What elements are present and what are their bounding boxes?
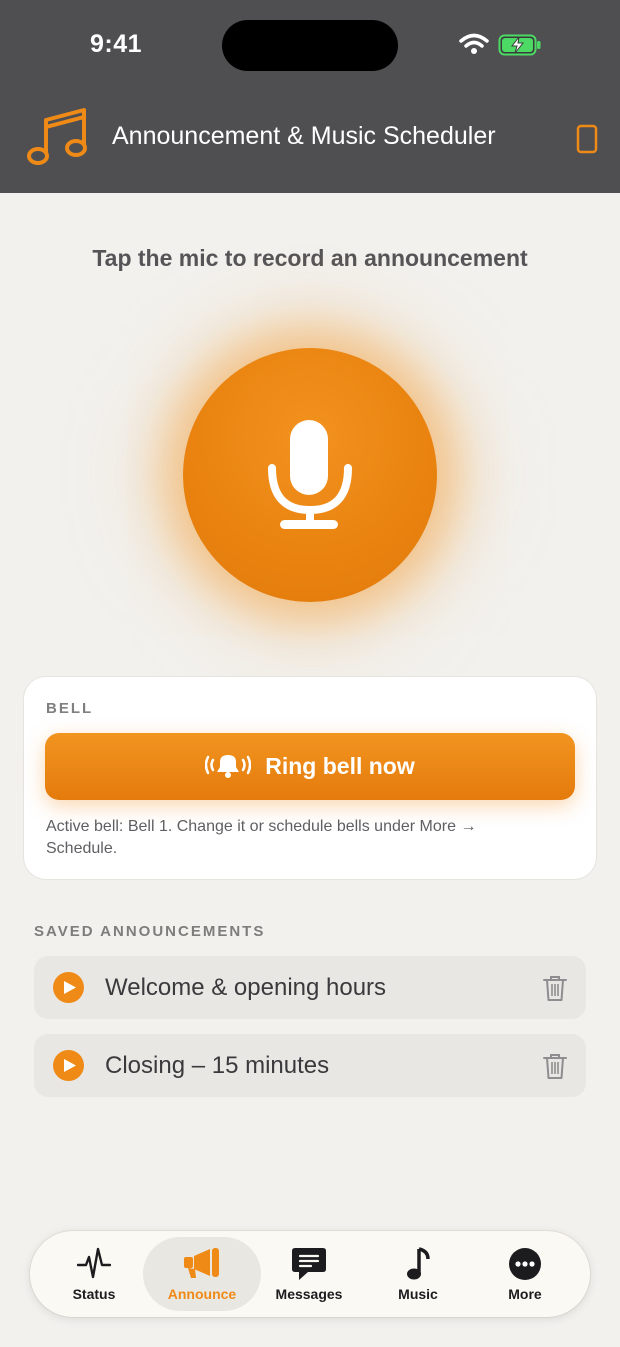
tab-music[interactable]: Music (363, 1237, 473, 1311)
more-icon (509, 1248, 541, 1280)
tab-label: Status (72, 1286, 116, 1302)
wifi-icon (459, 33, 489, 54)
bell-section-label: BELL (46, 700, 94, 717)
app-title: Announcement & Music Scheduler (112, 122, 496, 150)
battery-icon (498, 34, 541, 56)
waveform-icon (77, 1247, 111, 1279)
header-bar: 9:41 Announcement & Music Scheduler (0, 0, 620, 193)
tab-label: Announce (167, 1286, 237, 1302)
saved-announcement-item[interactable]: Closing – 15 minutes (34, 1034, 586, 1097)
music-note-icon (407, 1247, 430, 1280)
tab-more[interactable]: More (470, 1237, 580, 1311)
ring-bell-label: Ring bell now (265, 753, 415, 779)
phone-icon[interactable] (576, 124, 598, 154)
tab-label: More (508, 1286, 542, 1302)
tab-label: Music (398, 1286, 438, 1302)
play-button[interactable] (53, 1050, 84, 1081)
announcement-name: Closing – 15 minutes (105, 1052, 330, 1079)
record-prompt: Tap the mic to record an announcement (92, 245, 528, 271)
record-mic-button[interactable] (183, 348, 437, 602)
tab-bar: Status Announce Messages Music More (30, 1231, 590, 1317)
announcement-name: Welcome & opening hours (105, 974, 387, 1001)
tab-announce[interactable]: Announce (143, 1237, 261, 1311)
play-icon (64, 1059, 76, 1072)
trash-icon[interactable] (542, 1052, 568, 1080)
dynamic-island (222, 20, 398, 71)
active-bell-note: Active bell: Bell 1. Change it or schedu… (46, 818, 477, 857)
tab-status[interactable]: Status (39, 1237, 149, 1311)
play-button[interactable] (53, 972, 84, 1003)
bell-ringing-icon (205, 754, 252, 778)
tab-messages[interactable]: Messages (254, 1237, 364, 1311)
ring-bell-button[interactable]: Ring bell now (45, 733, 575, 800)
saved-announcements-header: SAVED ANNOUNCEMENTS (34, 923, 266, 940)
tab-label: Messages (275, 1286, 343, 1302)
trash-icon[interactable] (542, 974, 568, 1002)
microphone-icon (268, 420, 352, 529)
saved-announcement-item[interactable]: Welcome & opening hours (34, 956, 586, 1019)
play-icon (64, 981, 76, 994)
megaphone-icon (184, 1248, 219, 1278)
music-notes-icon (27, 108, 87, 165)
message-icon (292, 1248, 326, 1280)
status-time: 9:41 (90, 30, 143, 58)
bell-card: BELL Ring bell now Active bell: Bell 1. … (24, 677, 596, 879)
